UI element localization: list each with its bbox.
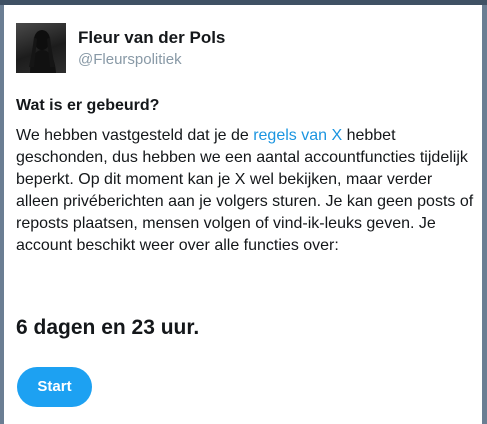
notice-body-start: We hebben vastgesteld dat je de [16,127,254,144]
rules-link[interactable]: regels van X [253,127,342,144]
profile-header: Fleur van der Pols @Fleurspolitiek [16,23,225,73]
notice-body: We hebben vastgesteld dat je de regels v… [16,125,474,257]
notice-card: Fleur van der Pols @Fleurspolitiek Wat i… [4,5,482,424]
profile-photo-icon [29,30,56,73]
notice-body-end: hebbet geschonden, dus hebben we een aan… [16,127,474,254]
restriction-countdown: 6 dagen en 23 uur. [16,316,200,339]
display-name: Fleur van der Pols [78,27,226,47]
notice-heading: Wat is er gebeurd? [16,97,160,114]
avatar [16,23,66,73]
username-handle: @Fleurspolitiek [78,50,182,68]
start-button[interactable]: Start [17,367,92,407]
